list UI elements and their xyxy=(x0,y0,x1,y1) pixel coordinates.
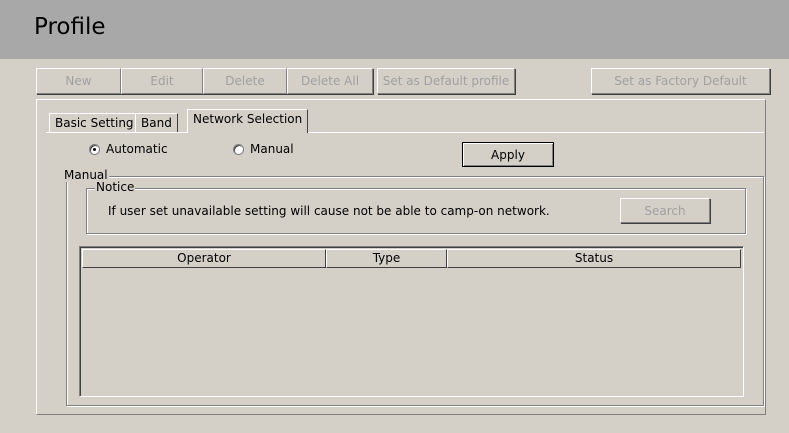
manual-label[interactable]: Manual xyxy=(250,142,294,156)
page-title: Profile xyxy=(34,14,106,40)
new-button[interactable]: New xyxy=(36,68,121,94)
search-button[interactable]: Search xyxy=(620,198,710,223)
header-bar: Profile xyxy=(0,0,789,59)
automatic-radio[interactable] xyxy=(89,144,100,155)
column-header-operator[interactable]: Operator xyxy=(82,249,326,268)
delete-button[interactable]: Delete xyxy=(203,68,287,94)
notice-group-label: Notice xyxy=(95,180,136,194)
radio-dot-icon xyxy=(93,148,96,151)
tab-divider xyxy=(46,132,764,133)
apply-button[interactable]: Apply xyxy=(462,142,554,167)
tab-basic-setting[interactable]: Basic Setting xyxy=(49,113,140,133)
set-factory-default-button[interactable]: Set as Factory Default xyxy=(591,68,770,94)
edit-button[interactable]: Edit xyxy=(121,68,203,94)
tab-band[interactable]: Band xyxy=(135,113,178,133)
set-default-profile-button[interactable]: Set as Default profile xyxy=(377,68,515,94)
column-header-status[interactable]: Status xyxy=(447,249,741,268)
operator-list[interactable]: Operator Type Status xyxy=(79,246,744,397)
column-header-type[interactable]: Type xyxy=(326,249,447,268)
automatic-label[interactable]: Automatic xyxy=(106,142,168,156)
notice-text: If user set unavailable setting will cau… xyxy=(108,204,550,218)
delete-all-button[interactable]: Delete All xyxy=(287,68,373,94)
manual-radio[interactable] xyxy=(233,144,244,155)
tab-network-selection[interactable]: Network Selection xyxy=(187,109,309,133)
